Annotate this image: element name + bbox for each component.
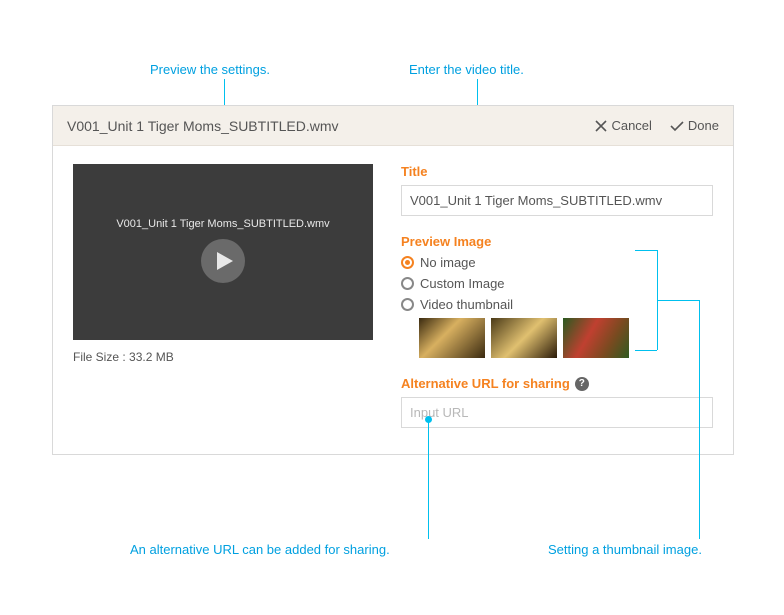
annotation-preview: Preview the settings. — [150, 62, 270, 77]
thumbnail-option[interactable] — [563, 318, 629, 358]
dialog-body: V001_Unit 1 Tiger Moms_SUBTITLED.wmv Fil… — [53, 146, 733, 454]
annotation-dot — [425, 416, 432, 423]
annotation-line — [635, 350, 657, 351]
preview-image-field: Preview Image No image Custom Image Vide… — [401, 234, 713, 358]
cancel-label: Cancel — [611, 118, 651, 133]
radio-icon — [401, 277, 414, 290]
help-icon[interactable]: ? — [575, 377, 589, 391]
done-button[interactable]: Done — [670, 118, 719, 133]
cancel-button[interactable]: Cancel — [595, 118, 651, 133]
radio-custom-image[interactable]: Custom Image — [401, 276, 713, 291]
title-input[interactable] — [401, 185, 713, 216]
alternative-url-input[interactable] — [401, 397, 713, 428]
radio-label: Video thumbnail — [420, 297, 513, 312]
annotation-alturl: An alternative URL can be added for shar… — [130, 542, 390, 557]
preview-filename: V001_Unit 1 Tiger Moms_SUBTITLED.wmv — [116, 218, 329, 230]
thumbnail-row — [419, 318, 713, 358]
alternative-url-label: Alternative URL for sharing ? — [401, 376, 713, 391]
close-icon — [595, 120, 607, 132]
title-label: Title — [401, 164, 713, 179]
annotation-thumbnail: Setting a thumbnail image. — [548, 542, 702, 557]
check-icon — [670, 120, 684, 132]
alternative-url-field: Alternative URL for sharing ? — [401, 376, 713, 428]
annotation-line — [657, 300, 699, 301]
play-icon — [217, 252, 233, 270]
dialog-title: V001_Unit 1 Tiger Moms_SUBTITLED.wmv — [67, 118, 577, 134]
title-field: Title — [401, 164, 713, 216]
radio-icon — [401, 298, 414, 311]
annotation-title: Enter the video title. — [409, 62, 524, 77]
thumbnail-option[interactable] — [419, 318, 485, 358]
annotation-line — [635, 250, 657, 251]
preview-column: V001_Unit 1 Tiger Moms_SUBTITLED.wmv Fil… — [73, 164, 373, 428]
annotation-line — [699, 300, 700, 539]
radio-label: No image — [420, 255, 476, 270]
done-label: Done — [688, 118, 719, 133]
video-preview[interactable]: V001_Unit 1 Tiger Moms_SUBTITLED.wmv — [73, 164, 373, 340]
video-settings-dialog: V001_Unit 1 Tiger Moms_SUBTITLED.wmv Can… — [52, 105, 734, 455]
file-size-label: File Size : 33.2 MB — [73, 350, 373, 364]
form-column: Title Preview Image No image Custom Imag… — [401, 164, 713, 428]
dialog-header: V001_Unit 1 Tiger Moms_SUBTITLED.wmv Can… — [53, 106, 733, 146]
radio-no-image[interactable]: No image — [401, 255, 713, 270]
radio-label: Custom Image — [420, 276, 505, 291]
alt-url-label-text: Alternative URL for sharing — [401, 376, 570, 391]
play-button[interactable] — [201, 239, 245, 283]
thumbnail-option[interactable] — [491, 318, 557, 358]
annotation-line — [428, 420, 429, 539]
preview-image-label: Preview Image — [401, 234, 713, 249]
radio-icon — [401, 256, 414, 269]
